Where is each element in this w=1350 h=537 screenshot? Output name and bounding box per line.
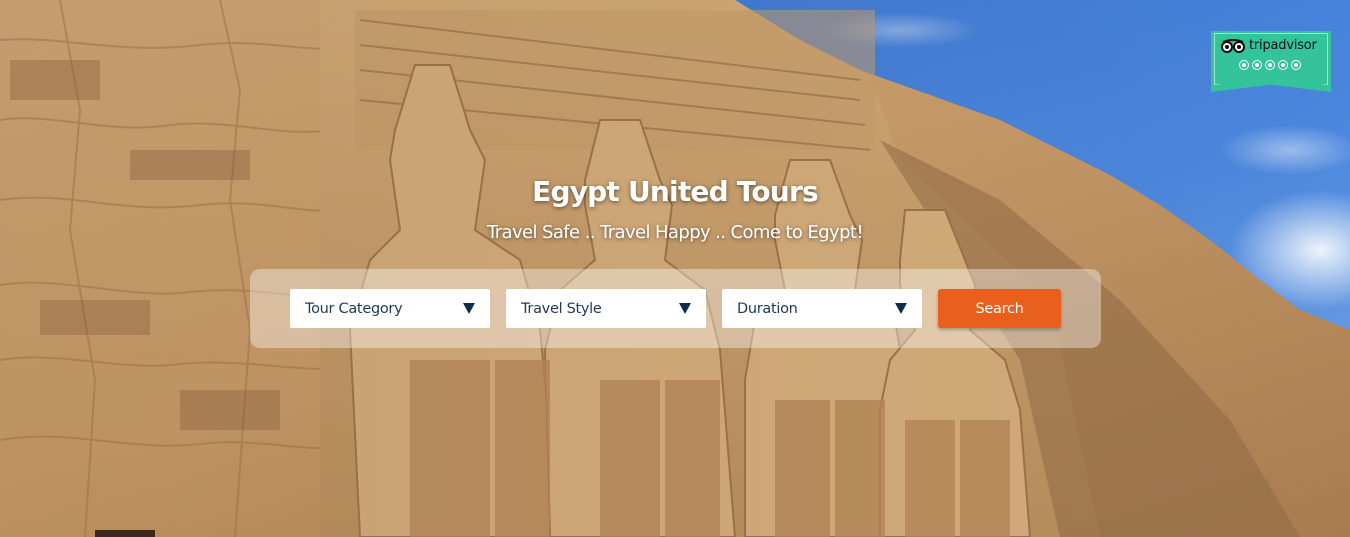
tour-search-panel: Tour Category Travel Style Duration Sear… [250,269,1101,348]
hero-subtitle: Travel Safe .. Travel Happy .. Come to E… [486,222,864,243]
duration-label: Duration [737,300,798,317]
tripadvisor-badge[interactable]: tripadvisor [1211,31,1331,92]
rating-circle-icon [1265,60,1275,70]
tripadvisor-logo: tripadvisor [1221,38,1317,53]
travel-style-select[interactable]: Travel Style [506,289,706,328]
duration-select[interactable]: Duration [722,289,922,328]
rating-circle-icon [1252,60,1262,70]
chevron-down-icon [463,303,475,314]
hero-banner: tripadvisor Egypt United Tours Travel Sa… [0,0,1350,537]
tour-category-select[interactable]: Tour Category [290,289,490,328]
search-button[interactable]: Search [938,289,1061,328]
tripadvisor-rating [1239,60,1301,70]
chevron-down-icon [679,303,691,314]
tripadvisor-name: tripadvisor [1249,38,1317,53]
owl-icon [1221,38,1245,53]
rating-circle-icon [1278,60,1288,70]
travel-style-label: Travel Style [521,300,602,317]
tour-category-label: Tour Category [305,300,403,317]
chevron-down-icon [895,303,907,314]
rating-circle-icon [1239,60,1249,70]
hero-title: Egypt United Tours [532,175,818,208]
rating-circle-icon [1291,60,1301,70]
